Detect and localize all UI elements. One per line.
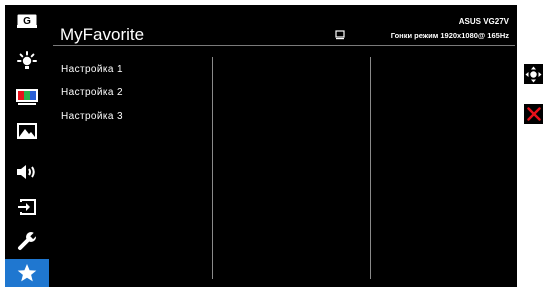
color-icon [16, 89, 38, 105]
gameplus-letter: G [23, 16, 31, 27]
system-setup-icon [18, 232, 37, 250]
input-select-icon [18, 199, 36, 215]
gameplus-icon: G [17, 14, 37, 28]
column-divider-1 [212, 57, 213, 279]
sidebar-item-brightness[interactable] [5, 45, 49, 77]
exit-button[interactable] [524, 104, 543, 124]
star-icon [17, 264, 37, 282]
sidebar: G [5, 5, 49, 287]
menu-item-setting-1[interactable]: Настройка 1 [61, 64, 123, 75]
osd-menu: G MyFavorite ASUS VG27V Гонки режим 1920… [5, 5, 517, 287]
sound-icon [17, 165, 35, 179]
sidebar-item-gameplus[interactable]: G [5, 5, 49, 37]
brightness-icon [17, 51, 37, 69]
page-title: MyFavorite [60, 25, 145, 44]
mode-info: Гонки режим 1920x1080@ 165Hz [390, 31, 509, 40]
header-divider [53, 45, 515, 46]
sidebar-item-input-select[interactable] [5, 191, 49, 223]
sidebar-item-sound[interactable] [5, 156, 49, 188]
navigate-button[interactable] [524, 64, 543, 84]
sidebar-item-image[interactable] [5, 115, 49, 147]
menu-item-setting-3[interactable]: Настройка 3 [61, 111, 123, 122]
monitor-icon [335, 30, 345, 40]
sidebar-item-myfavorite[interactable] [5, 259, 49, 287]
model-name: ASUS VG27V [458, 17, 509, 26]
image-icon [17, 123, 37, 139]
column-divider-2 [370, 57, 371, 279]
joystick-icon [525, 66, 542, 82]
menu-item-setting-2[interactable]: Настройка 2 [61, 87, 123, 98]
sidebar-item-system-setup[interactable] [5, 225, 49, 257]
sidebar-item-color[interactable] [5, 81, 49, 113]
close-icon [526, 107, 541, 121]
